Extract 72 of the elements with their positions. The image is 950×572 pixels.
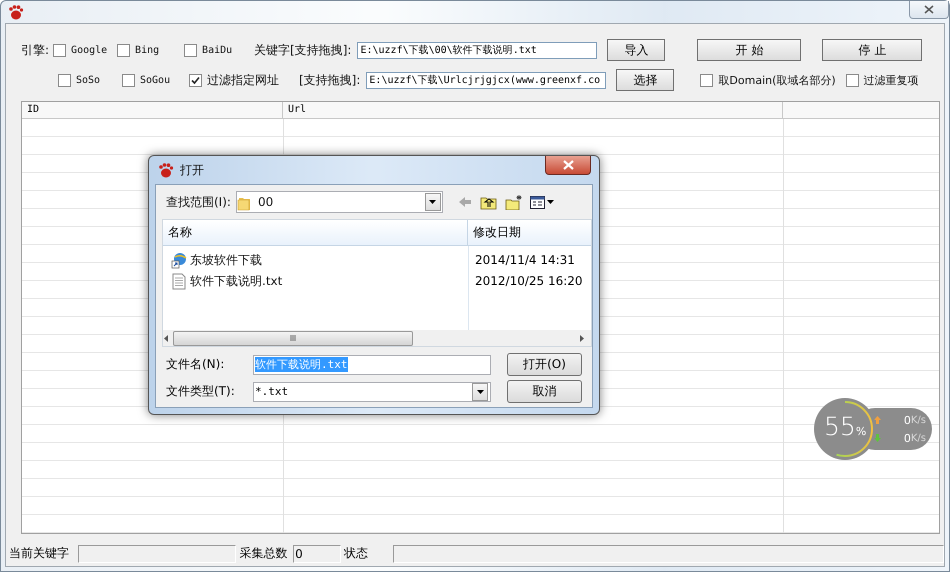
status-field: 0 [293, 545, 341, 563]
status-label: 采集总数 [238, 545, 288, 562]
text-file-icon [171, 273, 188, 290]
file-date: 2014/11/4 14:31 [474, 252, 576, 269]
checkbox-label: 取Domain(取域名部分) [718, 72, 836, 88]
keyword-label: 关键字[支持拖拽]: [254, 42, 352, 58]
checkbox-label: 过滤重复项 [864, 72, 919, 88]
column-header[interactable]: Url [283, 102, 783, 118]
close-button[interactable] [909, 1, 949, 19]
keyword-file-field[interactable]: E:\uzzf\下载\00\软件下载说明.txt [357, 42, 598, 58]
checkbox[interactable] [846, 74, 859, 86]
scroll-right-icon [579, 334, 585, 342]
cancel-button[interactable]: 取消 [507, 380, 582, 403]
checkbox[interactable] [122, 74, 135, 86]
file-name[interactable]: 软件下载说明.txt [190, 273, 282, 290]
scroll-left-icon [163, 334, 169, 342]
checkbox-label: 过滤指定网址 [207, 72, 279, 88]
footprint-logo-icon [157, 162, 174, 178]
status-label: 状态 [342, 545, 369, 562]
checkbox[interactable] [53, 44, 66, 56]
upload-speed-value: 0 [904, 414, 911, 426]
close-icon [924, 5, 934, 14]
checkbox[interactable] [117, 44, 130, 56]
column-header[interactable]: 名称 [163, 220, 468, 245]
engine-label: 引擎: [21, 42, 50, 58]
checkbox-label: BaiDu [202, 44, 232, 56]
import-button[interactable]: 导入 [607, 39, 666, 61]
checkbox[interactable] [700, 74, 714, 86]
dialog-title: 打开 [180, 162, 204, 178]
file-type-label: 文件类型(T): [166, 383, 236, 400]
upload-arrow-icon [874, 416, 881, 424]
upload-speed-unit: K/s [910, 414, 926, 426]
start-button[interactable]: 开 始 [697, 39, 802, 61]
grip-icon [290, 335, 296, 341]
shortcut-icon [171, 252, 188, 269]
file-name-label: 文件名(N): [166, 356, 226, 373]
url-filter-file-field[interactable]: E:\uzzf\下载\Urlcjrjgjcx(www.greenxf.co [366, 72, 606, 88]
select-button[interactable]: 选择 [616, 69, 674, 91]
dropdown-arrow-icon [476, 390, 484, 394]
column-header[interactable]: 修改日期 [468, 220, 521, 245]
open-button[interactable]: 打开(O) [507, 353, 582, 376]
file-type-dropdown[interactable]: *.txt [253, 382, 491, 402]
look-in-label: 查找范围(I): [166, 194, 231, 210]
column-header[interactable]: ID [22, 102, 283, 118]
look-in-dropdown[interactable]: 00 [236, 191, 443, 213]
horizontal-scrollbar[interactable] [163, 330, 591, 346]
status-label: 当前关键字 [8, 545, 70, 562]
percent-unit: % [856, 425, 866, 438]
download-arrow-icon [874, 434, 881, 442]
file-name[interactable]: 东坡软件下载 [190, 252, 262, 269]
close-icon [562, 160, 574, 170]
checkbox-label: SoGou [140, 74, 170, 86]
checkbox[interactable] [189, 74, 202, 86]
checkbox-label: SoSo [76, 74, 100, 86]
checkbox-label: Bing [135, 44, 160, 56]
checkbox[interactable] [58, 74, 71, 86]
checkmark-icon [191, 76, 200, 84]
checkbox-label: Google [71, 44, 108, 56]
download-speed-value: 0 [904, 432, 911, 444]
url-filter-label: [支持拖拽]: [299, 72, 360, 88]
view-menu-icon [530, 194, 554, 210]
close-button[interactable] [545, 156, 591, 175]
dropdown-arrow-icon [429, 200, 436, 204]
download-speed-unit: K/s [910, 432, 926, 444]
file-date: 2012/10/25 16:20 [474, 273, 583, 290]
percent-value: 55 [824, 412, 856, 442]
footprint-logo-icon [7, 4, 24, 20]
back-arrow-icon [458, 196, 472, 208]
new-folder-icon [504, 194, 522, 210]
checkbox[interactable] [184, 44, 198, 56]
stop-button[interactable]: 停 止 [822, 39, 922, 61]
folder-up-icon [480, 194, 497, 210]
